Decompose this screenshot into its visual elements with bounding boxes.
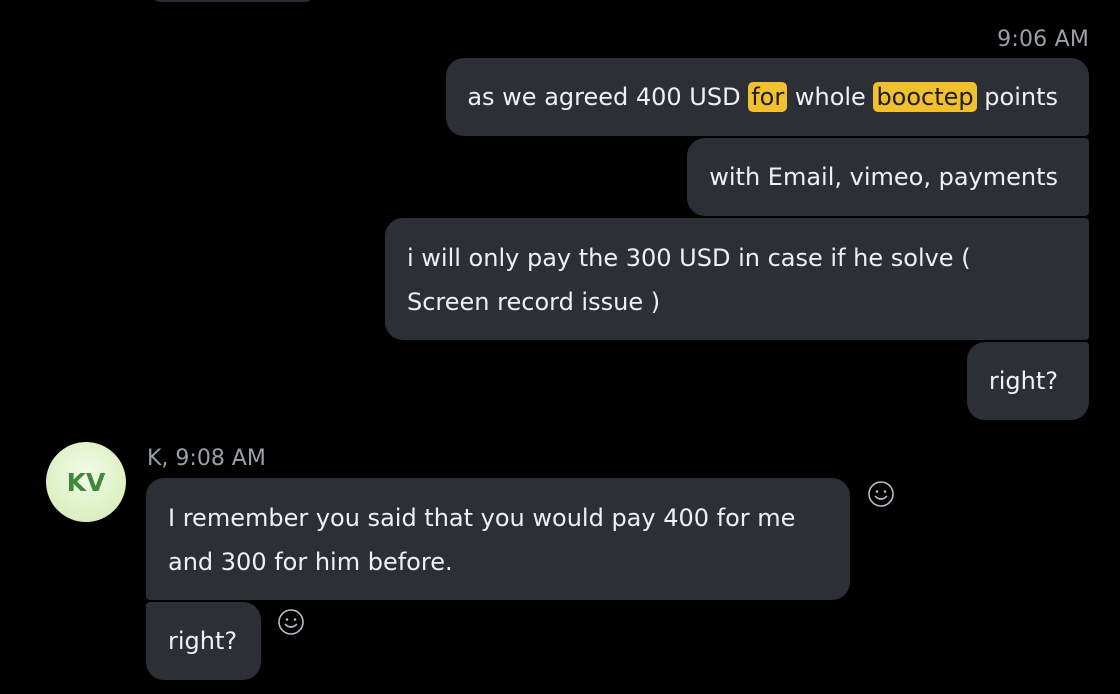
message-text: right? bbox=[168, 627, 238, 655]
outgoing-message-2[interactable]: with Email, vimeo, payments bbox=[687, 138, 1089, 216]
outgoing-message-1[interactable]: as we agreed 400 USD for whole booctep p… bbox=[446, 58, 1089, 136]
incoming-message-2[interactable]: right? bbox=[146, 602, 262, 680]
sender-name-timestamp: K, 9:08 AM bbox=[147, 446, 266, 471]
search-highlight: for bbox=[748, 82, 788, 112]
message-text: right? bbox=[988, 367, 1058, 395]
message-text-segment: as we agreed 400 USD bbox=[467, 83, 749, 111]
outgoing-timestamp: 9:06 AM bbox=[997, 27, 1089, 52]
outgoing-message-4[interactable]: right? bbox=[966, 342, 1089, 420]
avatar-initials: KV bbox=[66, 467, 106, 497]
message-text: with Email, vimeo, payments bbox=[709, 163, 1058, 191]
smiley-face-icon[interactable] bbox=[867, 480, 895, 508]
chat-window: 9:06 AM as we agreed 400 USD for whole b… bbox=[0, 0, 1120, 694]
incoming-message-1[interactable]: I remember you said that you would pay 4… bbox=[146, 478, 850, 600]
message-text-segment: points bbox=[976, 83, 1058, 111]
message-text: I remember you said that you would pay 4… bbox=[168, 504, 796, 576]
search-highlight: booctep bbox=[873, 82, 977, 112]
avatar[interactable]: KV bbox=[46, 442, 126, 522]
message-text: i will only pay the 300 USD in case if h… bbox=[407, 244, 971, 316]
outgoing-message-3[interactable]: i will only pay the 300 USD in case if h… bbox=[385, 218, 1089, 340]
smiley-face-icon[interactable] bbox=[277, 608, 305, 636]
message-text-segment: whole bbox=[787, 83, 874, 111]
previous-message-bubble-edge bbox=[150, 0, 315, 2]
